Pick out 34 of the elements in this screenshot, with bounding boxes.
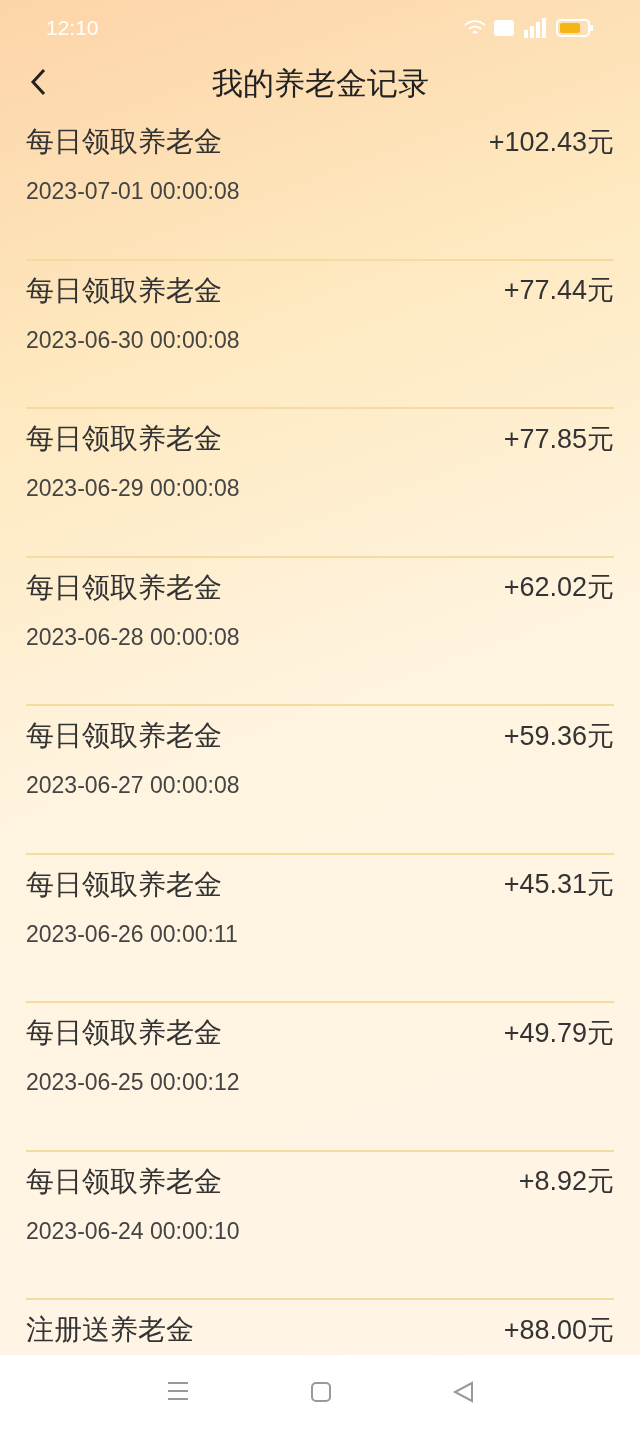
record-time: 2023-06-27 00:00:08 — [26, 771, 241, 800]
record-time: 2023-07-01 00:00:08 — [26, 177, 241, 206]
record-title: 注册送养老金 — [26, 1313, 194, 1347]
battery-icon — [556, 18, 594, 38]
record-amount: +62.02元 — [503, 571, 614, 605]
record-time: 2023-06-26 00:00:11 — [26, 919, 239, 949]
record-time: 2023-06-30 00:00:08 — [26, 325, 241, 355]
record-title: 每日领取养老金 — [26, 1016, 222, 1050]
record-amount: +88.00元 — [503, 1313, 614, 1347]
record-title: 每日领取养老金 — [26, 125, 222, 159]
page-title: 我的养老金记录 — [211, 64, 429, 103]
record-amount: +77.44元 — [503, 274, 614, 308]
record-time: 2023-06-28 00:00:08 — [26, 622, 241, 652]
record-title: 每日领取养老金 — [26, 570, 222, 605]
record-time: 2023-06-29 00:00:08 — [26, 474, 241, 503]
record-amount: +77.85元 — [503, 422, 614, 456]
record-title: 每日领取养老金 — [26, 422, 222, 456]
record-title: 每日领取养老金 — [26, 1164, 222, 1199]
record-amount: +102.43元 — [488, 125, 614, 159]
record-title: 每日领取养老金 — [26, 273, 222, 308]
record-time: 2023-06-25 00:00:12 — [26, 1068, 241, 1097]
menu-icon[interactable] — [166, 1381, 190, 1401]
back-icon[interactable] — [452, 1381, 474, 1403]
wifi-icon — [464, 20, 486, 36]
status-time: 12:10 — [46, 15, 99, 42]
record-time: 2023-06-24 00:00:10 — [26, 1216, 241, 1246]
record-amount: +59.36元 — [503, 719, 614, 753]
signal-icon — [522, 18, 548, 38]
record-amount: +45.31元 — [503, 868, 614, 902]
record-title: 每日领取养老金 — [26, 867, 222, 902]
home-icon[interactable] — [310, 1381, 332, 1403]
record-amount: +49.79元 — [503, 1016, 614, 1050]
record-title: 每日领取养老金 — [26, 719, 222, 753]
record-amount: +8.92元 — [518, 1165, 614, 1199]
